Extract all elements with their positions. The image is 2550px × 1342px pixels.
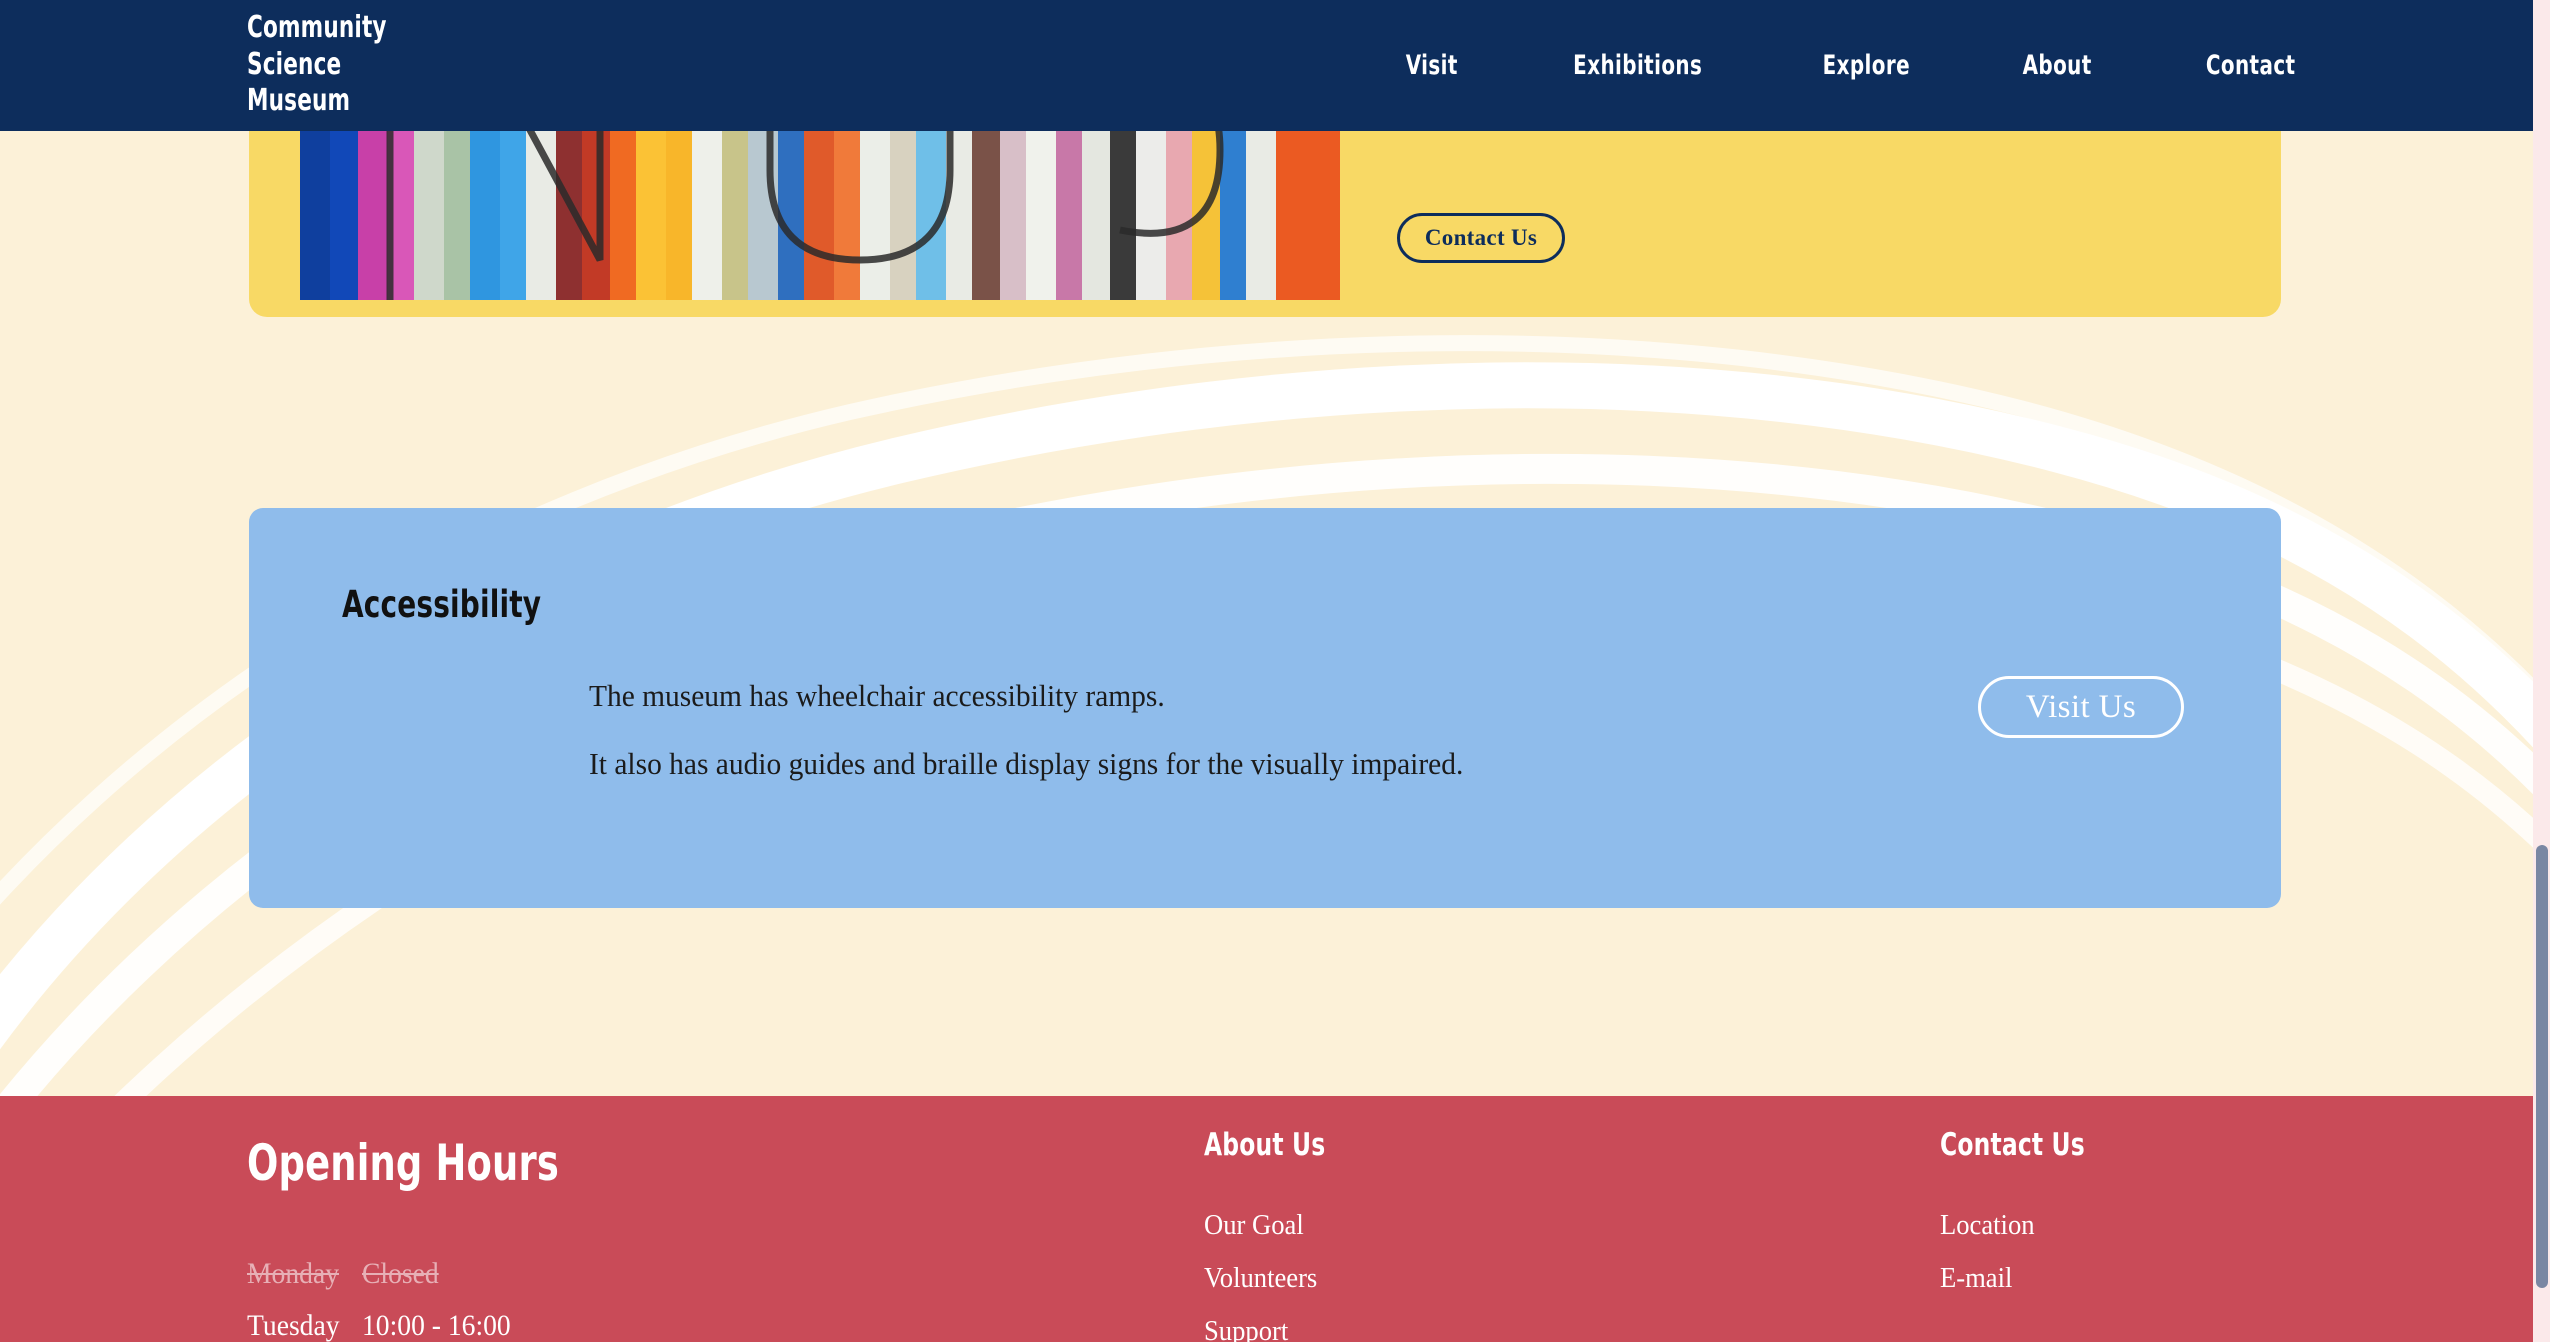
about-us-links: Our Goal Volunteers Support bbox=[1204, 1199, 1793, 1342]
hours-time: 10:00 - 16:00 bbox=[362, 1309, 511, 1342]
footer-link-support[interactable]: Support bbox=[1204, 1316, 1288, 1342]
hours-time: Closed bbox=[362, 1257, 439, 1290]
list-item: Support bbox=[1204, 1305, 1793, 1342]
opening-hours-heading: Opening Hours bbox=[247, 1134, 559, 1192]
about-us-heading: About Us bbox=[1204, 1127, 1326, 1163]
accessibility-card: Accessibility The museum has wheelchair … bbox=[249, 508, 2281, 908]
nav-item-about[interactable]: About bbox=[1984, 50, 2132, 81]
site-logo[interactable]: Community Science Museum bbox=[247, 10, 387, 120]
footer-contact-column: Contact Us Location E-mail bbox=[1940, 1096, 2500, 1305]
nav-item-contact[interactable]: Contact bbox=[2166, 50, 2334, 81]
table-row: Monday Closed bbox=[247, 1248, 511, 1300]
brand-line-1: Community bbox=[247, 10, 387, 45]
list-item: E-mail bbox=[1940, 1252, 2472, 1305]
contact-us-links: Location E-mail bbox=[1940, 1199, 2472, 1305]
site-header: Community Science Museum Visit Exhibitio… bbox=[0, 0, 2533, 131]
footer-opening-hours-column: Opening Hours Monday Closed Tuesday 10:0… bbox=[247, 1096, 1147, 1342]
main-navigation: Visit Exhibitions Explore About Contact bbox=[1352, 0, 2353, 131]
accessibility-paragraph-1: The museum has wheelchair accessibility … bbox=[589, 678, 1165, 713]
list-item: Location bbox=[1940, 1199, 2472, 1252]
visit-us-button[interactable]: Visit Us bbox=[1978, 676, 2184, 738]
footer-about-column: About Us Our Goal Volunteers Support bbox=[1204, 1096, 1824, 1342]
list-item: Our Goal bbox=[1204, 1199, 1793, 1252]
contact-us-button[interactable]: Contact Us bbox=[1397, 213, 1565, 263]
opening-hours-table: Monday Closed Tuesday 10:00 - 16:00 bbox=[247, 1248, 511, 1342]
brand-line-3: Museum bbox=[247, 83, 351, 118]
vertical-scrollbar-track[interactable] bbox=[2533, 0, 2550, 1342]
list-item: Volunteers bbox=[1204, 1252, 1793, 1305]
nav-item-exhibitions[interactable]: Exhibitions bbox=[1534, 50, 1742, 81]
accessibility-title: Accessibility bbox=[342, 583, 542, 626]
accessibility-body: The museum has wheelchair accessibility … bbox=[589, 676, 1482, 784]
site-footer: Opening Hours Monday Closed Tuesday 10:0… bbox=[0, 1096, 2533, 1342]
footer-link-location[interactable]: Location bbox=[1940, 1210, 2035, 1241]
nav-item-explore[interactable]: Explore bbox=[1783, 50, 1949, 81]
vertical-scrollbar-thumb[interactable] bbox=[2536, 845, 2548, 1288]
accessibility-paragraph-2: It also has audio guides and braille dis… bbox=[589, 746, 1464, 781]
hours-day: Monday bbox=[247, 1257, 339, 1290]
footer-link-volunteers[interactable]: Volunteers bbox=[1204, 1263, 1317, 1294]
nav-item-visit[interactable]: Visit bbox=[1366, 50, 1497, 81]
table-row: Tuesday 10:00 - 16:00 bbox=[247, 1300, 511, 1342]
footer-link-our-goal[interactable]: Our Goal bbox=[1204, 1210, 1304, 1241]
contact-us-heading: Contact Us bbox=[1940, 1127, 2085, 1163]
footer-link-email[interactable]: E-mail bbox=[1940, 1263, 2012, 1294]
brand-line-2: Science bbox=[247, 46, 342, 82]
page-viewport: Contact Us Accessibility The museum has … bbox=[0, 0, 2550, 1342]
hours-day: Tuesday bbox=[247, 1309, 340, 1342]
